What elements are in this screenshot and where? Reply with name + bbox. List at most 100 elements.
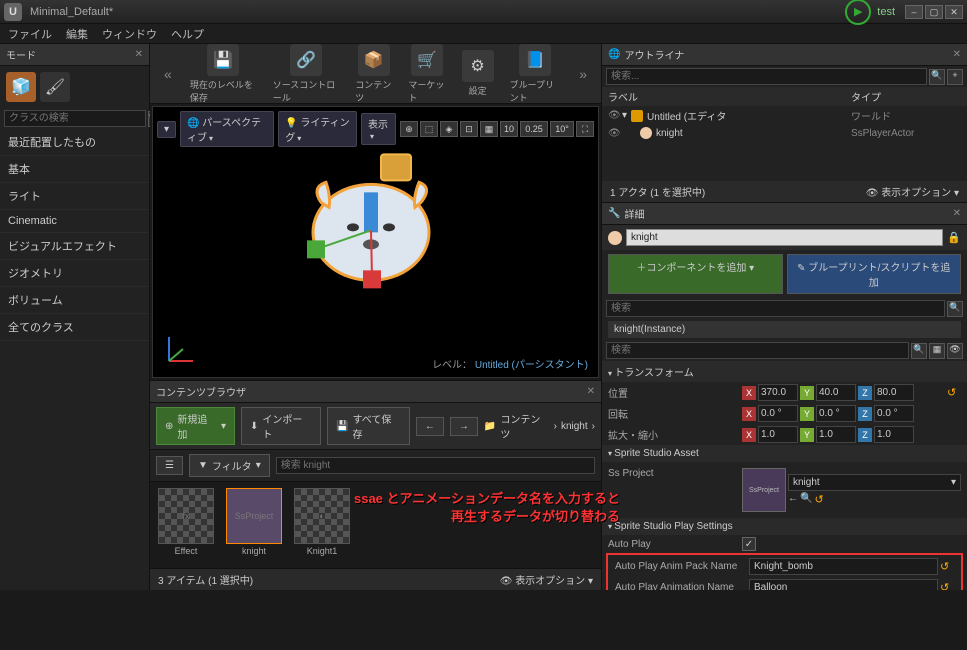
outliner-row[interactable]: 👁▾ Untitled (エディタワールド <box>602 106 967 125</box>
asset-thumb-icon[interactable]: SsProject <box>742 468 786 512</box>
menu-window[interactable]: ウィンドウ <box>102 26 157 42</box>
section-transform[interactable]: トランスフォーム <box>602 361 967 382</box>
location-input[interactable]: XYZ <box>742 384 943 401</box>
viewport-snap[interactable]: 0.25 <box>520 121 548 137</box>
details-search-input[interactable] <box>606 342 909 359</box>
reset-icon[interactable]: ↺ <box>947 386 961 400</box>
menu-file[interactable]: ファイル <box>8 26 52 42</box>
details-tab[interactable]: 🔧詳細✕ <box>602 203 967 225</box>
viewport-tool-icon[interactable]: ◈ <box>440 121 458 137</box>
folder-icon[interactable]: 📁 <box>484 421 496 432</box>
autoplay-checkbox[interactable]: ✓ <box>742 537 756 551</box>
breadcrumb-folder[interactable]: knight <box>561 421 588 432</box>
toolbar-blueprint[interactable]: 📘ブループリント <box>506 42 566 106</box>
outliner-search-input[interactable] <box>606 68 927 85</box>
reset-icon[interactable]: ↺ <box>814 493 828 507</box>
viewport-actor-sprite[interactable] <box>301 152 451 315</box>
import-button[interactable]: ⬇ インポート <box>241 407 321 445</box>
add-component-button[interactable]: ＋コンポーネントを追加 ▾ <box>608 254 783 294</box>
viewport-tool-icon[interactable]: ⊕ <box>400 121 418 137</box>
close-icon[interactable]: ✕ <box>953 49 961 60</box>
viewport[interactable]: ▾ 🌐 パースペクティブ▾ 💡 ライティング▾ 表示▾ ⊕ ⬚ ◈ ⊡ ▦ 10… <box>152 106 599 378</box>
category-item[interactable]: ライト <box>0 183 149 210</box>
menu-help[interactable]: ヘルプ <box>171 26 204 42</box>
viewport-tool-icon[interactable]: ⊡ <box>460 121 478 137</box>
category-item[interactable]: 基本 <box>0 156 149 183</box>
content-browser-tab[interactable]: コンテンツブラウザ ✕ <box>150 381 601 403</box>
category-item[interactable]: ビジュアルエフェクト <box>0 233 149 260</box>
show-button[interactable]: 表示▾ <box>361 113 396 145</box>
search-icon[interactable]: 🔍 <box>911 343 927 359</box>
outliner-row[interactable]: 👁knightSsPlayerActor <box>602 125 967 141</box>
reset-icon[interactable]: ↺ <box>940 560 954 574</box>
place-mode-button[interactable]: 🧊 <box>6 72 36 102</box>
visibility-icon[interactable]: 👁 <box>608 110 622 121</box>
content-search-input[interactable] <box>276 457 595 474</box>
viewport-speed[interactable]: 10 <box>500 121 518 137</box>
blueprint-button[interactable]: ✎ ブループリント/スクリプトを追加 <box>787 254 962 294</box>
breadcrumb-root[interactable]: コンテンツ <box>500 411 549 441</box>
viewport-tool-icon[interactable]: ⬚ <box>420 121 438 137</box>
nav-forward-button[interactable]: → <box>450 417 478 436</box>
component-search-input[interactable] <box>606 300 945 317</box>
use-selected-icon[interactable]: ← <box>788 493 798 507</box>
category-item[interactable]: Cinematic <box>0 210 149 233</box>
category-item[interactable]: ボリューム <box>0 287 149 314</box>
perspective-button[interactable]: 🌐 パースペクティブ▾ <box>180 111 274 147</box>
lock-icon[interactable]: 🔒 <box>947 231 961 244</box>
scale-input[interactable]: XYZ <box>742 426 961 443</box>
toolbar-content[interactable]: 📦コンテンツ <box>351 42 396 106</box>
section-asset[interactable]: Sprite Studio Asset <box>602 445 967 462</box>
asset-thumb[interactable]: fxEffect <box>156 488 216 556</box>
category-item[interactable]: 最近配置したもの <box>0 129 149 156</box>
browse-icon[interactable]: 🔍 <box>800 493 812 507</box>
window-close-button[interactable]: ✕ <box>945 5 963 19</box>
toolbar-source-control[interactable]: 🔗ソースコントロール <box>269 42 344 106</box>
reset-icon[interactable]: ↺ <box>940 581 954 591</box>
toolbar-settings[interactable]: ⚙設定 <box>458 48 498 99</box>
toolbar-scroll-right[interactable]: » <box>573 66 593 82</box>
play-badge[interactable]: ▶ <box>845 0 871 25</box>
rotation-input[interactable]: XYZ <box>742 405 961 422</box>
property-matrix-icon[interactable]: ▦ <box>929 343 945 359</box>
save-all-button[interactable]: 💾 すべて保存 <box>327 407 410 445</box>
actor-name-input[interactable] <box>626 229 943 246</box>
modes-tab[interactable]: モード ✕ <box>0 44 149 66</box>
sources-toggle-button[interactable]: ☰ <box>156 456 183 475</box>
close-icon[interactable]: ✕ <box>953 208 961 219</box>
nav-back-button[interactable]: ← <box>416 417 444 436</box>
asset-thumb[interactable]: SsProjectknight <box>224 488 284 556</box>
class-search-input[interactable] <box>4 110 146 127</box>
viewport-angle[interactable]: 10° <box>550 121 574 137</box>
new-asset-button[interactable]: ⊕ 新規追加 ▾ <box>156 407 235 445</box>
lighting-button[interactable]: 💡 ライティング▾ <box>278 111 357 147</box>
component-root[interactable]: knight(Instance) <box>608 321 961 338</box>
section-play-settings[interactable]: Sprite Studio Play Settings <box>602 518 967 535</box>
asset-combo[interactable]: knight▾ <box>788 474 961 491</box>
view-options-button[interactable]: 👁 表示オプション ▾ <box>500 572 593 587</box>
toolbar-market[interactable]: 🛒マーケット <box>404 42 449 106</box>
window-maximize-button[interactable]: ▢ <box>925 5 943 19</box>
viewport-options-button[interactable]: ▾ <box>157 121 176 138</box>
add-icon[interactable]: + <box>947 69 963 85</box>
menu-edit[interactable]: 編集 <box>66 26 88 42</box>
category-item[interactable]: ジオメトリ <box>0 260 149 287</box>
search-icon[interactable]: 🔍 <box>929 69 945 85</box>
eye-icon[interactable]: 👁 <box>947 343 963 359</box>
search-icon[interactable]: 🔍 <box>947 301 963 317</box>
view-options-button[interactable]: 👁 表示オプション ▾ <box>866 184 959 199</box>
maximize-viewport-icon[interactable]: ⛶ <box>576 121 594 137</box>
toolbar-save[interactable]: 💾現在のレベルを保存 <box>186 42 261 106</box>
close-icon[interactable]: ✕ <box>587 386 595 397</box>
paint-mode-button[interactable]: 🖌 <box>40 72 70 102</box>
close-icon[interactable]: ✕ <box>135 49 143 60</box>
window-minimize-button[interactable]: – <box>905 5 923 19</box>
pack-name-input[interactable] <box>749 558 938 575</box>
visibility-icon[interactable]: 👁 <box>608 128 622 139</box>
anim-name-input[interactable] <box>749 579 938 590</box>
category-item[interactable]: 全てのクラス <box>0 314 149 341</box>
filter-button[interactable]: ▼ フィルタ ▾ <box>189 454 270 477</box>
toolbar-scroll-left[interactable]: « <box>158 66 178 82</box>
asset-thumb[interactable]: ◐Knight1 <box>292 488 352 556</box>
outliner-tab[interactable]: 🌐アウトライナ✕ <box>602 44 967 66</box>
